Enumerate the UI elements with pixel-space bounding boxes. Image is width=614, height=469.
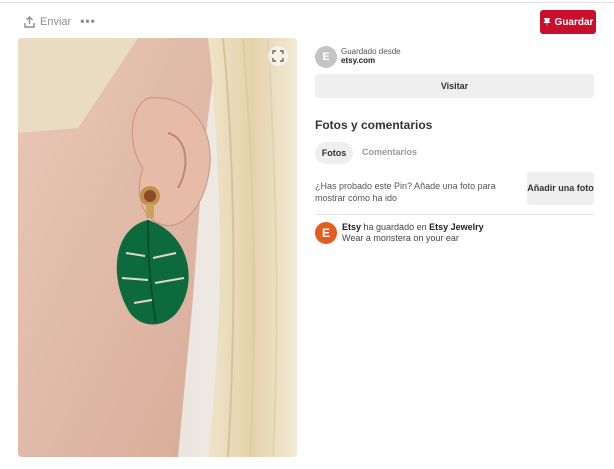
add-photo-button[interactable]: Añadir una foto	[527, 172, 594, 205]
tab-comments[interactable]: Comentarios	[362, 147, 417, 157]
save-label: Guardar	[554, 16, 594, 28]
ellipsis-icon[interactable]: •••	[80, 14, 96, 28]
source-domain-link[interactable]: etsy.com	[341, 56, 375, 65]
save-button[interactable]: Guardar	[540, 10, 596, 34]
try-pin-prompt: ¿Has probado este Pin? Añade una foto pa…	[315, 181, 496, 203]
source-avatar[interactable]: E	[315, 46, 337, 68]
tab-photos[interactable]: Fotos	[315, 142, 353, 164]
pin-icon	[543, 17, 551, 27]
activity-user[interactable]: Etsy	[342, 222, 361, 232]
visit-button[interactable]: Visitar	[315, 74, 594, 98]
pin-image[interactable]	[18, 38, 297, 457]
section-divider	[315, 214, 594, 215]
send-label: Enviar	[40, 16, 72, 28]
saved-from-label: Guardado desde	[341, 47, 401, 56]
send-button[interactable]: Enviar	[24, 14, 71, 30]
activity-avatar[interactable]: E	[315, 222, 337, 244]
expand-icon[interactable]	[268, 46, 288, 66]
activity-board[interactable]: Etsy Jewelry	[429, 222, 484, 232]
activity-line: Etsy ha guardado en Etsy Jewelry	[342, 222, 484, 232]
top-divider	[0, 2, 614, 3]
activity-description: Wear a monstera on your ear	[342, 233, 459, 243]
activity-action: ha guardado en	[363, 222, 427, 232]
photos-comments-title: Fotos y comentarios	[315, 118, 433, 132]
share-icon	[24, 16, 35, 28]
